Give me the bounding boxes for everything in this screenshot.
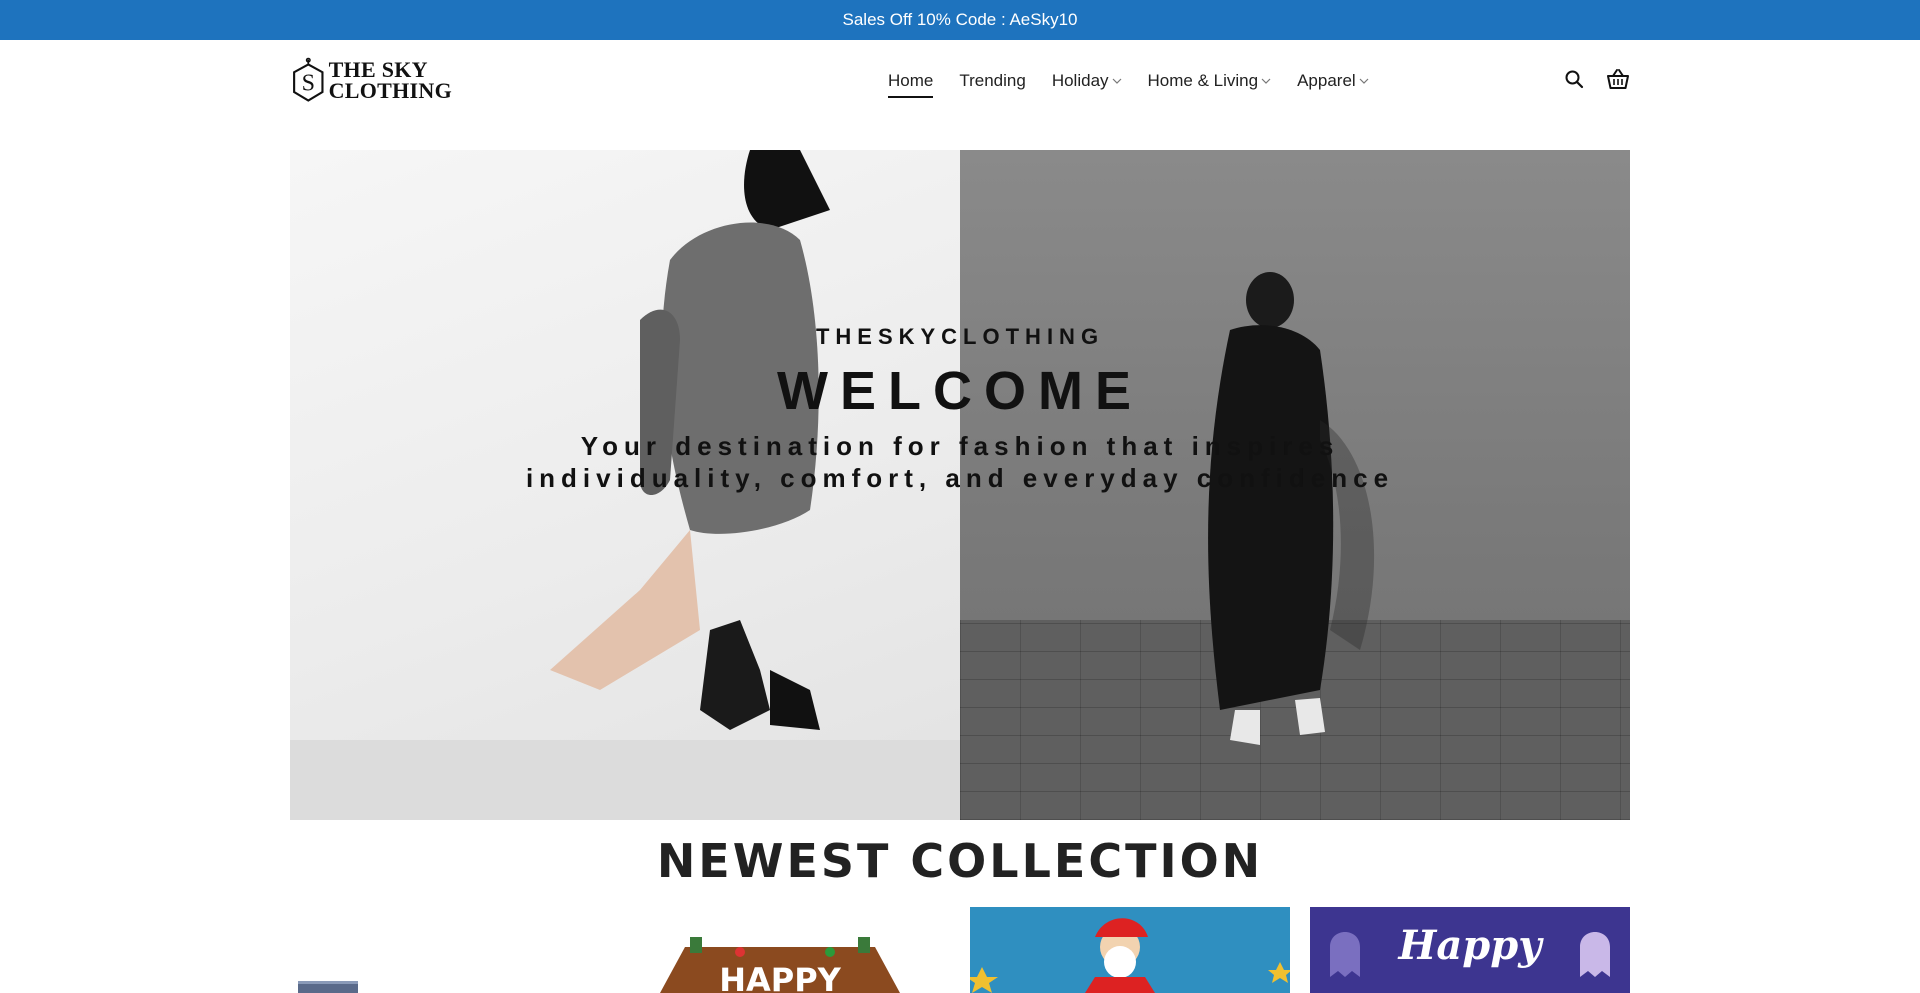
main-nav: Home Trending Holiday Home & Living Appa… [888,66,1395,98]
hero-subtitle-line-2: individuality, comfort, and everyday con… [525,463,1395,493]
product-grid: HAPPY Happy [290,907,1630,993]
chevron-down-icon [1112,78,1121,84]
chevron-down-icon [1359,78,1369,84]
product-image: Happy [1330,922,1610,977]
section-title: NEWEST COLLECTION [656,834,1264,888]
nav-label: Home [888,71,934,90]
nav-label: Holiday [1051,71,1109,90]
header-actions [1562,67,1630,91]
site-logo[interactable]: S THE SKY CLOTHING [292,48,452,112]
nav-label: Apparel [1297,71,1356,90]
search-icon [1565,70,1584,89]
logo-wordmark: THE SKY CLOTHING [328,57,452,103]
cart-button[interactable] [1606,67,1630,91]
product-image [970,918,1290,993]
hero-text: THESKYCLOTHING WELCOME Your destination … [290,150,1630,820]
product-card[interactable] [970,907,1290,993]
announcement-text: Sales Off 10% Code : AeSky10 [842,10,1078,29]
product-card[interactable]: HAPPY [630,907,950,993]
hero-subtitle-line-1: Your destination for fashion that inspir… [580,431,1340,461]
hero-title: WELCOME [777,361,1143,421]
hero-brand: THESKYCLOTHING [815,324,1105,349]
nav-item-trending[interactable]: Trending [959,66,1025,96]
site-header: S THE SKY CLOTHING Home Trending Holiday… [0,40,1920,118]
cart-icon [1607,69,1629,89]
nav-label: Home & Living [1147,71,1259,90]
product-image: HAPPY [660,937,900,993]
hero-banner[interactable]: THESKYCLOTHING WELCOME Your destination … [290,150,1630,820]
nav-item-holiday[interactable]: Holiday [1052,66,1122,96]
product-card[interactable]: Happy [1310,907,1630,993]
chevron-down-icon [1261,78,1271,84]
product-image [298,981,358,993]
product-card[interactable] [290,907,610,993]
logo-line-1: THE SKY [328,57,428,82]
logo-mark-icon: S [293,57,324,102]
announcement-bar: Sales Off 10% Code : AeSky10 [0,0,1920,40]
hero-subtitle: Your destination for fashion that inspir… [290,430,1630,494]
thumb-caption: HAPPY [719,961,841,993]
nav-item-apparel[interactable]: Apparel [1297,66,1369,96]
search-button[interactable] [1562,67,1586,91]
nav-item-home-living[interactable]: Home & Living [1148,66,1272,96]
nav-item-home[interactable]: Home [888,66,934,98]
thumb-caption: Happy [1398,922,1545,969]
logo-line-2: CLOTHING [328,78,452,103]
nav-label: Trending [959,71,1026,90]
svg-text:S: S [302,71,315,97]
